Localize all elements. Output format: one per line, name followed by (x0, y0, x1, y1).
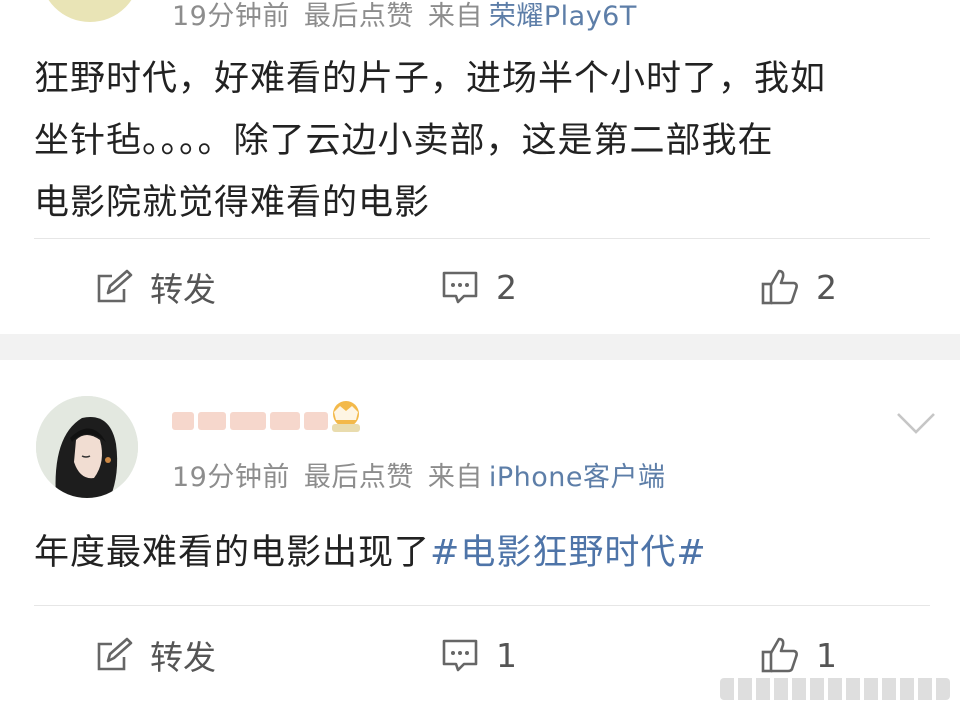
comment-bubble-icon (442, 271, 478, 304)
username-blur (172, 412, 194, 430)
post-time: 19分钟前 (172, 1, 290, 32)
like-count: 2 (816, 267, 837, 307)
avatar[interactable] (36, 396, 138, 498)
topic-link[interactable]: #电影狂野时代# (430, 533, 707, 573)
divider (34, 238, 930, 239)
comment-bubble-icon (442, 639, 478, 672)
post-body[interactable]: 狂野时代，好难看的片子，进场半个小时了，我如 坐针毡。。。。除了云边小卖部，这是… (34, 48, 934, 234)
repost-button[interactable]: 转发 (94, 252, 216, 322)
username-blur (230, 412, 266, 430)
thumbs-up-icon (761, 637, 798, 673)
repost-label: 转发 (150, 270, 216, 309)
watermark (720, 678, 950, 700)
comment-count: 1 (496, 635, 517, 675)
edit-square-icon (97, 269, 133, 303)
weibo-post-1: 19分钟前 最后点赞 来自 荣耀Play6T 狂野时代，好难看的片子，进场半个小时了，… (0, 0, 960, 334)
source-prefix: 来自 (427, 1, 483, 32)
post-body-line: 坐针毡。。。。除了云边小卖部，这是第二部我在 (34, 121, 774, 161)
post-time: 19分钟前 (172, 462, 290, 493)
source-link[interactable]: iPhone客户端 (489, 462, 666, 493)
last-like-label: 最后点赞 (303, 1, 414, 32)
comment-button[interactable]: 1 (440, 620, 517, 690)
source-prefix: 来自 (427, 462, 483, 493)
action-bar: 转发 2 2 (0, 252, 960, 322)
post-body-line: 狂野时代，好难看的片子，进场半个小时了，我如 (34, 59, 827, 99)
avatar-illustration (36, 396, 138, 498)
post-meta: 19分钟前 最后点赞 来自 荣耀Play6T (172, 0, 637, 33)
username-blur (270, 412, 300, 430)
chevron-down-icon[interactable] (894, 408, 938, 438)
post-meta: 19分钟前 最后点赞 来自 iPhone客户端 (172, 455, 666, 494)
post-body-line: 电影院就觉得难看的电影 (34, 183, 431, 223)
like-count: 1 (816, 635, 837, 675)
post-separator (0, 334, 960, 360)
post-body[interactable]: 年度最难看的电影出现了#电影狂野时代# (34, 522, 934, 584)
source-link[interactable]: 荣耀Play6T (489, 1, 637, 32)
edit-square-icon (97, 637, 133, 671)
repost-label: 转发 (150, 638, 216, 677)
crown-badge-icon (332, 401, 360, 432)
thumbs-up-icon (761, 269, 798, 305)
username-blurred[interactable] (172, 404, 328, 438)
comment-count: 2 (496, 267, 517, 307)
last-like-label: 最后点赞 (303, 462, 414, 493)
divider (34, 605, 930, 606)
post-body-text: 年度最难看的电影出现了 (34, 533, 431, 573)
like-button[interactable]: 2 (760, 252, 837, 322)
repost-button[interactable]: 转发 (94, 620, 216, 690)
avatar[interactable] (40, 0, 140, 22)
comment-button[interactable]: 2 (440, 252, 517, 322)
username-blur (198, 412, 226, 430)
